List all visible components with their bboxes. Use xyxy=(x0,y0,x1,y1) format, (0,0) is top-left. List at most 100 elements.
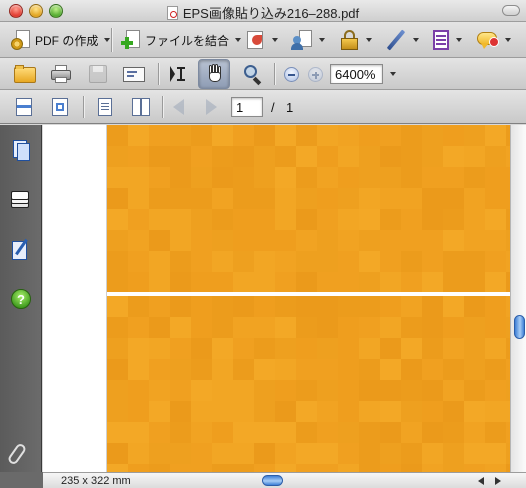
pixel-tile xyxy=(296,338,317,359)
pixel-tile xyxy=(422,188,443,209)
attachments-icon[interactable] xyxy=(6,442,28,466)
pages-panel-button[interactable] xyxy=(9,138,33,164)
pixel-tile xyxy=(464,422,485,443)
previous-page-icon[interactable] xyxy=(173,99,184,115)
pixel-tile xyxy=(233,272,254,292)
email-button[interactable] xyxy=(122,61,146,87)
zoom-out-icon xyxy=(288,74,295,76)
combine-files-button[interactable]: ファイルを結合 xyxy=(120,27,242,53)
pixel-tile xyxy=(296,443,317,464)
pixel-tile xyxy=(275,209,296,230)
pixel-tile xyxy=(254,296,275,317)
vertical-scroll-thumb[interactable] xyxy=(514,315,525,339)
pixel-tile xyxy=(149,443,170,464)
pixel-tile xyxy=(128,464,149,472)
pixel-tile xyxy=(338,146,359,167)
zoom-level-field[interactable]: 6400% xyxy=(330,64,383,84)
scroll-right-icon[interactable] xyxy=(495,477,501,485)
pixel-tile xyxy=(107,359,128,380)
pixel-tile xyxy=(338,359,359,380)
fit-page-button[interactable] xyxy=(51,94,69,120)
combine-label: ファイルを結合 xyxy=(145,33,230,48)
pixel-tile xyxy=(107,167,128,188)
toolbar-toggle-button[interactable] xyxy=(502,5,520,16)
chevron-down-icon xyxy=(319,38,325,42)
pixel-tile xyxy=(275,167,296,188)
horizontal-scrollbar[interactable]: 235 x 322 mm xyxy=(43,472,526,488)
pixel-tile xyxy=(254,209,275,230)
pixel-tile xyxy=(275,251,296,272)
pixel-tile xyxy=(233,146,254,167)
pixel-tile xyxy=(191,422,212,443)
pixel-tile xyxy=(107,272,128,292)
hand-tool-button[interactable] xyxy=(198,59,230,89)
select-tool-button[interactable] xyxy=(168,61,190,87)
print-button[interactable] xyxy=(50,61,72,87)
pixel-tile xyxy=(212,422,233,443)
horizontal-scroll-thumb[interactable] xyxy=(262,475,283,486)
collaborate-button[interactable] xyxy=(291,27,325,53)
zoom-tool-button[interactable] xyxy=(240,61,262,87)
pixel-tile xyxy=(464,296,485,317)
pixel-tile xyxy=(359,464,380,472)
pixel-tile xyxy=(401,422,422,443)
pixel-tile xyxy=(443,380,464,401)
pixel-tile xyxy=(464,188,485,209)
pixel-tile xyxy=(317,209,338,230)
pixel-tile xyxy=(212,230,233,251)
pixel-tile xyxy=(107,296,128,317)
sign-button[interactable] xyxy=(385,27,419,53)
two-page-button[interactable] xyxy=(131,94,151,120)
forms-button[interactable] xyxy=(432,27,462,53)
create-pdf-button[interactable]: PDF の作成 xyxy=(10,27,111,53)
pixel-tile xyxy=(422,422,443,443)
print-icon xyxy=(50,64,72,84)
pixel-tile xyxy=(233,167,254,188)
scroll-left-icon[interactable] xyxy=(478,477,484,485)
vertical-scrollbar[interactable] xyxy=(510,125,526,472)
pixel-tile xyxy=(443,422,464,443)
signatures-panel-button[interactable] xyxy=(9,238,33,264)
pixel-tile xyxy=(191,146,212,167)
page-number-field[interactable]: 1 xyxy=(231,97,263,117)
zoom-out-button[interactable] xyxy=(284,67,299,82)
layers-panel-button[interactable] xyxy=(9,187,33,213)
pixel-tile xyxy=(401,296,422,317)
help-button[interactable]: ? xyxy=(9,287,33,313)
file-toolbar xyxy=(0,58,526,90)
comment-button[interactable] xyxy=(475,27,511,53)
save-button[interactable] xyxy=(88,61,108,87)
export-button[interactable] xyxy=(244,27,278,53)
open-button[interactable] xyxy=(13,61,37,87)
pixel-tile xyxy=(149,188,170,209)
pixel-tile xyxy=(191,272,212,292)
pixel-tile xyxy=(338,251,359,272)
chevron-down-icon xyxy=(272,38,278,42)
pixel-tile xyxy=(275,338,296,359)
pixel-tile xyxy=(212,125,233,146)
pixel-tile xyxy=(107,422,128,443)
pixel-tile xyxy=(485,317,506,338)
pdf-document-icon xyxy=(166,6,178,20)
pixel-tile xyxy=(401,230,422,251)
pixel-tile xyxy=(485,296,506,317)
pixel-tile xyxy=(212,338,233,359)
pixel-tile xyxy=(422,464,443,472)
next-page-icon[interactable] xyxy=(206,99,217,115)
zoom-tool-icon xyxy=(240,63,262,86)
pixel-tile xyxy=(275,188,296,209)
pixel-tile xyxy=(128,209,149,230)
pixel-tile xyxy=(275,359,296,380)
zoom-in-button[interactable] xyxy=(308,67,323,82)
pixel-tile xyxy=(338,422,359,443)
fit-width-button[interactable] xyxy=(15,94,33,120)
pixel-tile xyxy=(443,125,464,146)
zoom-dropdown-icon[interactable] xyxy=(390,72,396,76)
pixel-tile xyxy=(317,272,338,292)
single-page-button[interactable] xyxy=(97,94,113,120)
secure-button[interactable] xyxy=(340,27,372,53)
document-view[interactable] xyxy=(43,125,510,472)
pixel-tile xyxy=(149,167,170,188)
pixel-tile xyxy=(359,188,380,209)
pixel-tile xyxy=(107,146,128,167)
